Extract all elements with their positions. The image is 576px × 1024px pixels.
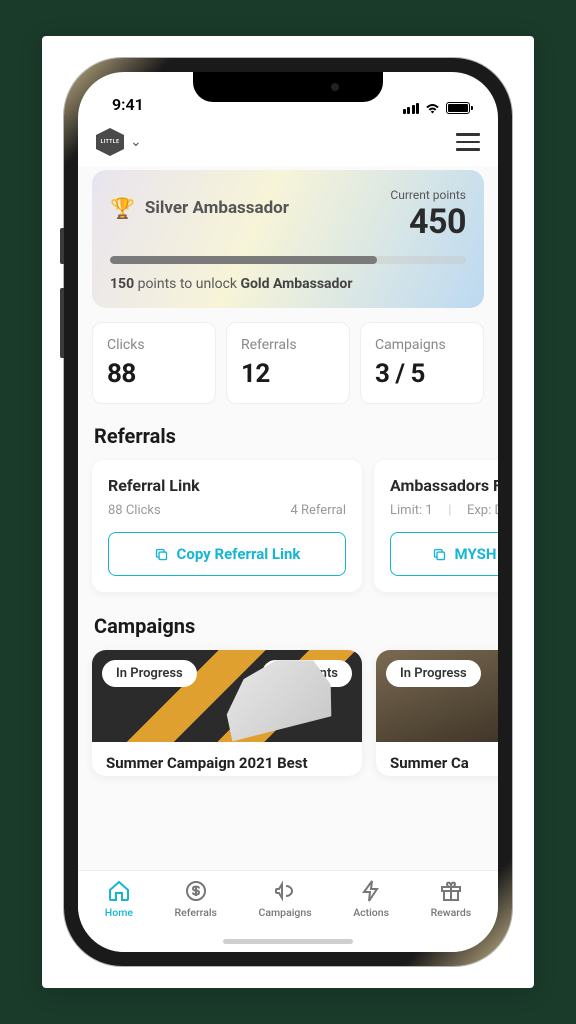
- campaign-image: In Progress: [376, 650, 498, 742]
- status-time: 9:41: [112, 95, 144, 114]
- home-indicator[interactable]: [223, 939, 353, 944]
- tier-progress-fill: [110, 256, 377, 264]
- campaign-card[interactable]: In Progress Summer Ca: [376, 650, 498, 776]
- phone-frame: 9:41 LITTLE ⌄ 🏆 Silver Ambassador: [64, 58, 512, 966]
- stat-card-campaigns[interactable]: Campaigns 3 / 5: [360, 322, 484, 404]
- unlock-mid: points to unlock: [134, 276, 240, 292]
- referral-card-title: Ambassadors Frie: [390, 476, 498, 495]
- stats-row: Clicks 88 Referrals 12 Campaigns 3 / 5: [92, 322, 484, 404]
- stat-label: Clicks: [107, 337, 201, 353]
- copy-code-button[interactable]: MYSH: [390, 532, 498, 576]
- tier-card[interactable]: 🏆 Silver Ambassador Current points 450 1…: [92, 170, 484, 308]
- status-badge: In Progress: [102, 660, 197, 687]
- stat-label: Referrals: [241, 337, 335, 353]
- menu-button[interactable]: [456, 133, 480, 151]
- referral-expiry: Exp: Dec. 30: [467, 503, 498, 518]
- campaign-title: Summer Ca: [376, 742, 498, 776]
- referral-count: 4 Referral: [291, 503, 347, 518]
- section-title-referrals: Referrals: [94, 424, 482, 448]
- nav-label: Referrals: [175, 906, 217, 919]
- status-badge: In Progress: [386, 660, 481, 687]
- nav-label: Home: [105, 906, 133, 919]
- nav-label: Rewards: [431, 906, 472, 919]
- status-icons: [403, 102, 471, 114]
- screen: 9:41 LITTLE ⌄ 🏆 Silver Ambassador: [78, 72, 498, 952]
- wifi-icon: [424, 102, 441, 114]
- unlock-points: 150: [110, 276, 134, 292]
- tier-progress-bar: [110, 256, 466, 264]
- nav-actions[interactable]: Actions: [353, 879, 389, 919]
- nav-rewards[interactable]: Rewards: [431, 879, 472, 919]
- campaign-title: Summer Campaign 2021 Best: [92, 742, 362, 776]
- stat-value: 12: [241, 359, 335, 389]
- dollar-icon: [184, 879, 208, 903]
- referral-card-link[interactable]: Referral Link 88 Clicks 4 Referral Copy …: [92, 460, 362, 592]
- brand-logo: LITTLE: [96, 128, 124, 156]
- app-header: LITTLE ⌄: [78, 118, 498, 166]
- trophy-icon: 🏆: [110, 196, 135, 220]
- copy-referral-button[interactable]: Copy Referral Link: [108, 532, 346, 576]
- points-value: 450: [390, 202, 466, 242]
- camera-dot: [331, 83, 339, 91]
- referral-cards-row: Referral Link 88 Clicks 4 Referral Copy …: [92, 460, 484, 592]
- referral-card-title: Referral Link: [108, 476, 346, 495]
- unlock-target: Gold Ambassador: [240, 276, 352, 292]
- copy-code-label: MYSH: [455, 545, 497, 563]
- home-icon: [107, 879, 131, 903]
- referral-card-ambassadors[interactable]: Ambassadors Frie Limit: 1 | Exp: Dec. 30…: [374, 460, 498, 592]
- main-content: 🏆 Silver Ambassador Current points 450 1…: [78, 166, 498, 870]
- nav-label: Actions: [353, 906, 389, 919]
- chevron-down-icon: ⌄: [130, 134, 142, 150]
- copy-icon: [432, 547, 447, 562]
- campaign-cards-row: In Progress 100 points Summer Campaign 2…: [92, 650, 484, 776]
- points-label: Current points: [390, 188, 466, 202]
- nav-home[interactable]: Home: [105, 879, 133, 919]
- brand-logo-text: LITTLE: [101, 139, 120, 145]
- stat-card-clicks[interactable]: Clicks 88: [92, 322, 216, 404]
- nav-referrals[interactable]: Referrals: [175, 879, 217, 919]
- tier-name: Silver Ambassador: [145, 198, 289, 218]
- referral-clicks: 88 Clicks: [108, 503, 161, 518]
- megaphone-icon: [273, 879, 297, 903]
- tier-unlock-text: 150 points to unlock Gold Ambassador: [110, 276, 466, 292]
- device-mockup-frame: 9:41 LITTLE ⌄ 🏆 Silver Ambassador: [42, 36, 534, 988]
- bottom-nav: Home Referrals Campaigns Actions Rewards: [78, 870, 498, 952]
- cellular-icon: [403, 103, 420, 114]
- stat-value: 3 / 5: [375, 359, 469, 389]
- referral-limit: Limit: 1: [390, 503, 433, 518]
- copy-button-label: Copy Referral Link: [177, 545, 301, 563]
- section-title-campaigns: Campaigns: [94, 614, 482, 638]
- gift-icon: [439, 879, 463, 903]
- battery-icon: [446, 102, 470, 114]
- stat-card-referrals[interactable]: Referrals 12: [226, 322, 350, 404]
- brand-selector[interactable]: LITTLE ⌄: [96, 128, 142, 156]
- nav-label: Campaigns: [259, 906, 312, 919]
- stat-value: 88: [107, 359, 201, 389]
- stat-label: Campaigns: [375, 337, 469, 353]
- campaign-image: In Progress 100 points: [92, 650, 362, 742]
- copy-icon: [154, 547, 169, 562]
- lightning-icon: [359, 879, 383, 903]
- nav-campaigns[interactable]: Campaigns: [259, 879, 312, 919]
- campaign-card[interactable]: In Progress 100 points Summer Campaign 2…: [92, 650, 362, 776]
- notch: [193, 72, 383, 102]
